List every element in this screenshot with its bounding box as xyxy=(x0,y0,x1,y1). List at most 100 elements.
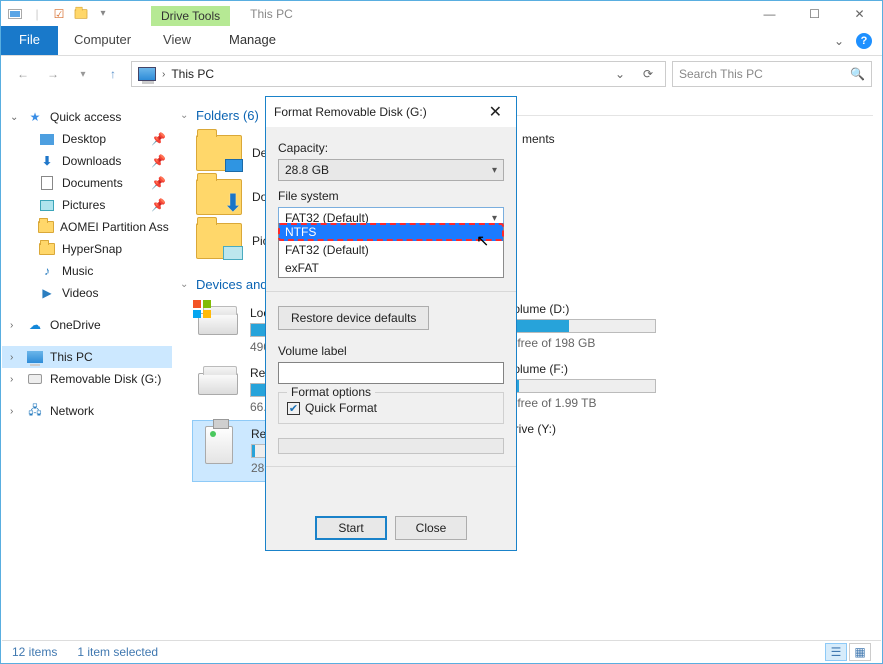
nav-removable[interactable]: › Removable Disk (G:) xyxy=(2,368,172,390)
nav-downloads[interactable]: ⬇Downloads📌 xyxy=(2,150,172,172)
volume-label-label: Volume label xyxy=(278,344,504,358)
nav-videos[interactable]: ▶ Videos xyxy=(2,282,172,304)
maximize-button[interactable]: ☐ xyxy=(792,1,837,26)
onedrive-icon: ☁ xyxy=(26,317,44,333)
chevron-down-icon: ▾ xyxy=(492,165,497,176)
address-path[interactable]: This PC xyxy=(171,67,603,81)
search-placeholder: Search This PC xyxy=(679,67,763,81)
nav-label: Removable Disk (G:) xyxy=(50,372,161,386)
search-icon: 🔍 xyxy=(850,67,865,81)
tab-manage[interactable]: Manage xyxy=(213,26,292,55)
section-title: Devices and xyxy=(196,277,268,292)
format-dialog: Format Removable Disk (G:) ✕ Capacity: 2… xyxy=(265,96,517,551)
capacity-bar xyxy=(506,319,656,333)
view-large-button[interactable]: ▦ xyxy=(849,643,871,661)
folder-icon xyxy=(38,221,54,233)
status-item-count: 12 items xyxy=(12,645,57,659)
nav-desktop[interactable]: Desktop📌 xyxy=(2,128,172,150)
nav-label: HyperSnap xyxy=(62,242,122,256)
nav-quick-access[interactable]: ⌄ ★ Quick access xyxy=(2,106,172,128)
dialog-close-button[interactable]: ✕ xyxy=(483,100,508,124)
checkbox-icon: ✔ xyxy=(287,402,300,415)
format-options-group: Format options ✔ Quick Format xyxy=(278,392,504,424)
videos-icon: ▶ xyxy=(38,285,56,301)
format-options-label: Format options xyxy=(287,385,375,399)
start-button[interactable]: Start xyxy=(315,516,387,540)
view-details-button[interactable]: ☰ xyxy=(825,643,847,661)
nav-label: Pictures xyxy=(62,198,105,212)
drive-volume-f[interactable]: Volume (F:)B free of 1.99 TB xyxy=(502,356,702,416)
qat-dropdown-icon[interactable]: ▾ xyxy=(95,6,111,22)
format-progress xyxy=(278,438,504,454)
app-icon xyxy=(7,6,23,22)
nav-recent-dropdown[interactable]: ▾ xyxy=(71,62,95,86)
nav-aomei[interactable]: AOMEI Partition Ass xyxy=(2,216,172,238)
nav-label: Quick access xyxy=(50,110,121,124)
drive-y[interactable]: Drive (Y:) xyxy=(502,416,702,442)
ribbon-expand-icon[interactable]: ⌄ xyxy=(834,34,844,48)
chevron-down-icon[interactable]: ⌄ xyxy=(10,112,20,123)
chevron-right-icon[interactable]: › xyxy=(162,69,165,80)
quick-format-checkbox[interactable]: ✔ Quick Format xyxy=(287,401,495,415)
nav-label: Documents xyxy=(62,176,123,190)
volume-label-input[interactable] xyxy=(278,362,504,384)
folder-partial[interactable]: ments xyxy=(522,132,555,146)
chevron-down-icon: ▾ xyxy=(492,213,497,224)
pc-icon xyxy=(27,351,43,363)
section-title: Folders (6) xyxy=(196,108,259,123)
qat-new-icon[interactable] xyxy=(73,6,89,22)
os-drive-icon xyxy=(198,313,238,335)
dialog-title: Format Removable Disk (G:) xyxy=(274,105,427,119)
chevron-right-icon[interactable]: › xyxy=(10,374,20,385)
capacity-label: Capacity: xyxy=(278,141,504,155)
nav-this-pc[interactable]: › This PC xyxy=(2,346,172,368)
network-icon: 🖧 xyxy=(26,403,44,419)
drive-free: B free of 198 GB xyxy=(506,336,698,350)
downloads-icon: ⬇ xyxy=(223,189,243,218)
nav-pictures[interactable]: Pictures📌 xyxy=(2,194,172,216)
nav-up-button[interactable]: ↑ xyxy=(101,62,125,86)
nav-label: Network xyxy=(50,404,94,418)
drive-volume-d[interactable]: Volume (D:)B free of 198 GB xyxy=(502,296,702,356)
quick-format-label: Quick Format xyxy=(305,401,377,415)
chevron-down-icon[interactable]: ⌄ xyxy=(180,279,190,290)
chevron-down-icon[interactable]: ⌄ xyxy=(180,110,190,121)
search-input[interactable]: Search This PC 🔍 xyxy=(672,61,872,87)
usb-drive-icon xyxy=(205,426,233,464)
nav-network[interactable]: › 🖧 Network xyxy=(2,400,172,422)
music-icon: ♪ xyxy=(38,263,56,279)
fs-option-fat32[interactable]: FAT32 (Default) xyxy=(279,241,503,259)
file-tab[interactable]: File xyxy=(1,26,58,55)
nav-label: This PC xyxy=(50,350,93,364)
close-button[interactable]: ✕ xyxy=(837,1,882,26)
nav-label: OneDrive xyxy=(50,318,101,332)
refresh-button[interactable]: ⟳ xyxy=(637,67,659,81)
folder-icon xyxy=(39,243,55,255)
pin-icon: 📌 xyxy=(151,176,166,190)
capacity-select[interactable]: 28.8 GB ▾ xyxy=(278,159,504,181)
qat-properties-icon[interactable]: ☑ xyxy=(51,6,67,22)
fs-option-ntfs[interactable]: NTFS xyxy=(279,223,503,241)
chevron-right-icon[interactable]: › xyxy=(10,352,20,363)
address-dropdown-icon[interactable]: ⌄ xyxy=(609,67,631,81)
minimize-button[interactable]: — xyxy=(747,1,792,26)
help-icon[interactable]: ? xyxy=(856,33,872,49)
nav-label: Downloads xyxy=(62,154,121,168)
nav-back-button[interactable]: ← xyxy=(11,62,35,86)
nav-forward-button[interactable]: → xyxy=(41,62,65,86)
nav-documents[interactable]: Documents 📌 xyxy=(2,172,172,194)
tab-computer[interactable]: Computer xyxy=(58,26,147,55)
chevron-right-icon[interactable]: › xyxy=(10,406,20,417)
nav-label: Videos xyxy=(62,286,98,300)
quickaccess-icon: ★ xyxy=(26,109,44,125)
close-button[interactable]: Close xyxy=(395,516,467,540)
nav-music[interactable]: ♪Music xyxy=(2,260,172,282)
nav-onedrive[interactable]: › ☁ OneDrive xyxy=(2,314,172,336)
address-bar[interactable]: › This PC ⌄ ⟳ xyxy=(131,61,666,87)
nav-hypersnap[interactable]: HyperSnap xyxy=(2,238,172,260)
filesystem-label: File system xyxy=(278,189,504,203)
tab-view[interactable]: View xyxy=(147,26,207,55)
chevron-right-icon[interactable]: › xyxy=(10,320,20,331)
fs-option-exfat[interactable]: exFAT xyxy=(279,259,503,277)
restore-defaults-button[interactable]: Restore device defaults xyxy=(278,306,429,330)
